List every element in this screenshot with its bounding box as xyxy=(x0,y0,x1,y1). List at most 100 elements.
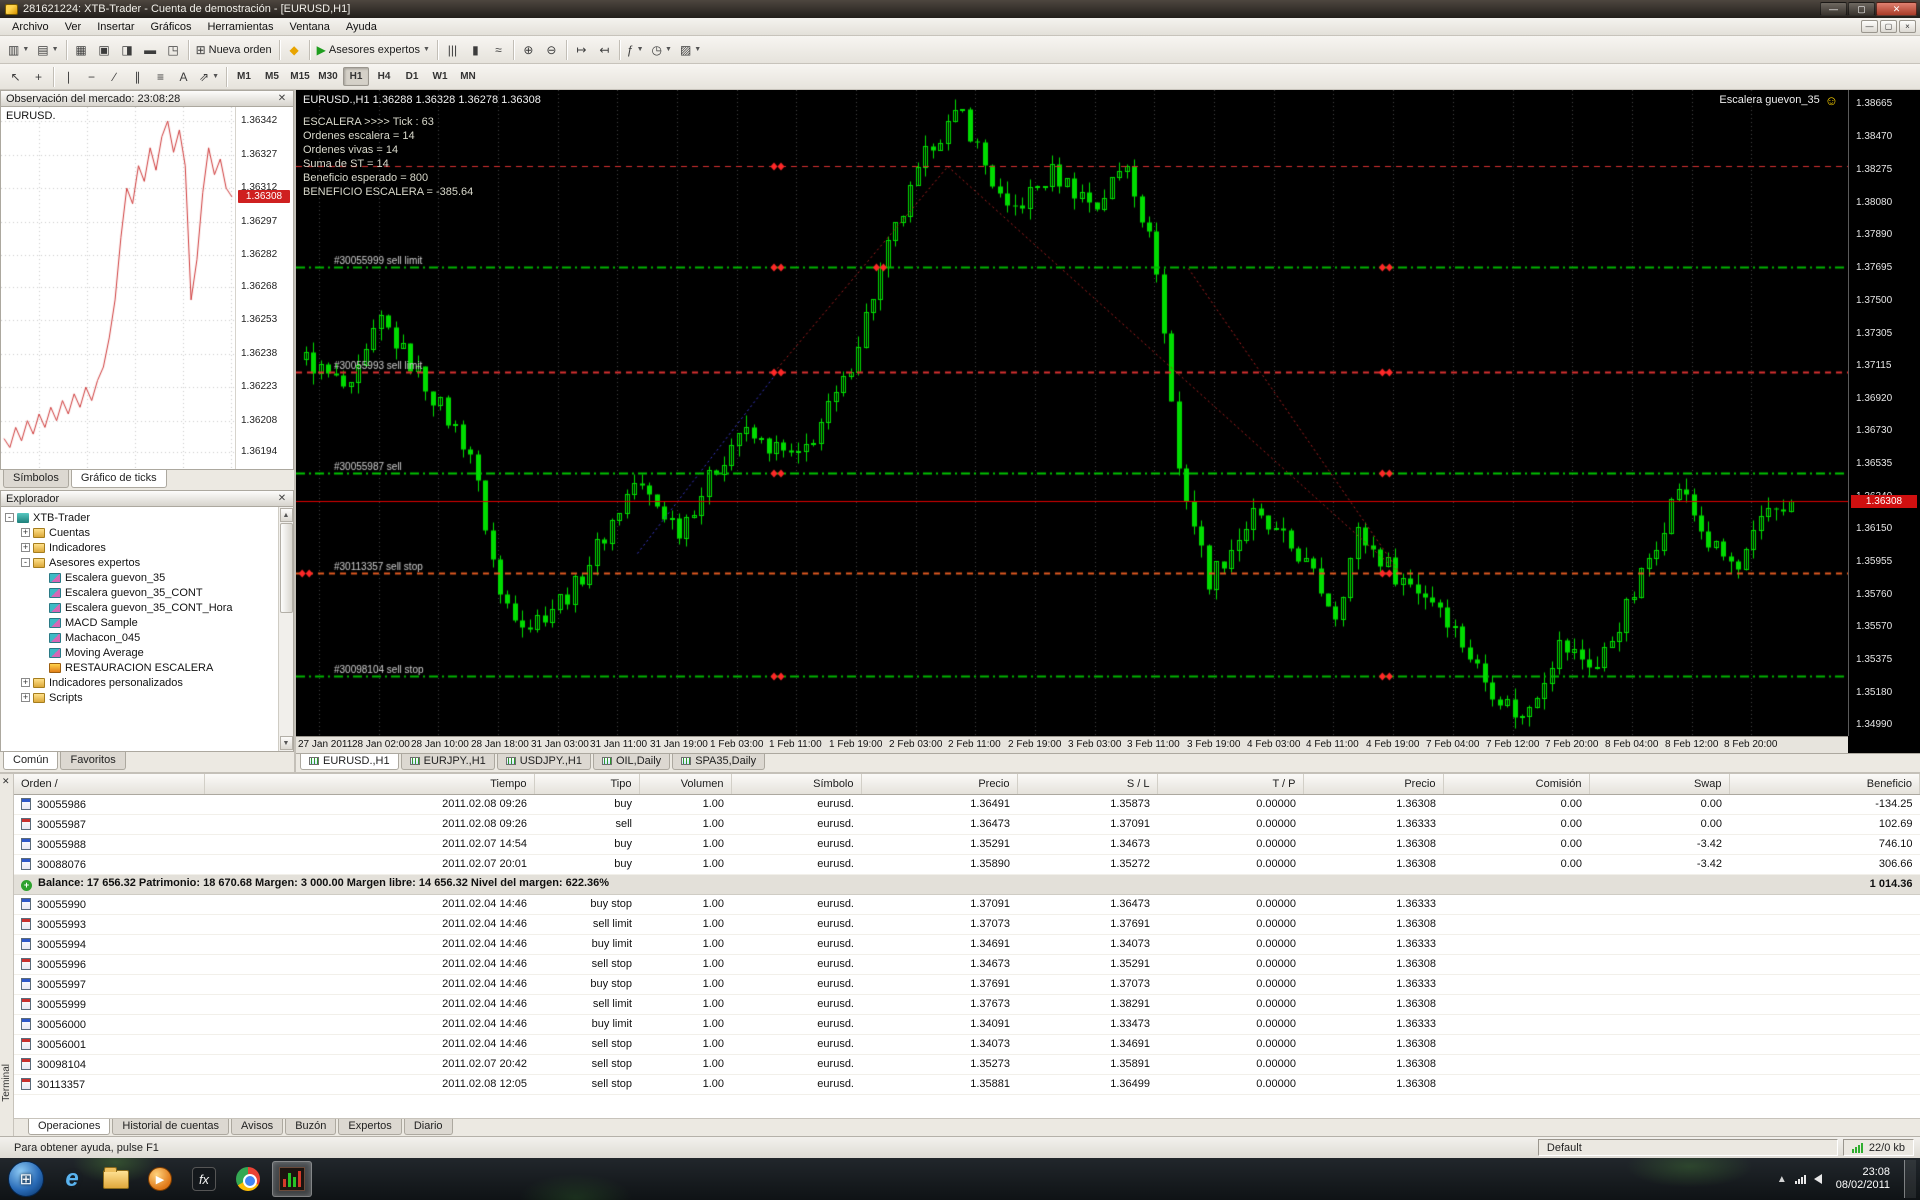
tree-item-machacon-045[interactable]: Machacon_045 xyxy=(3,630,277,645)
tree-item-escalera-guevon-35[interactable]: Escalera guevon_35 xyxy=(3,570,277,585)
volume-icon[interactable] xyxy=(1814,1174,1822,1184)
hidden-icons-icon[interactable]: ▲ xyxy=(1777,1174,1787,1185)
order-row-30055986[interactable]: 300559862011.02.08 09:26buy1.00eurusd.1.… xyxy=(14,794,1920,814)
expand-icon[interactable]: + xyxy=(21,678,30,687)
tree-item-restauracion-escalera[interactable]: RESTAURACION ESCALERA xyxy=(3,660,277,675)
tree-item-indicadores-personalizados[interactable]: +Indicadores personalizados xyxy=(3,675,277,690)
minimize-button[interactable]: — xyxy=(1820,2,1847,16)
mdi-close-button[interactable]: × xyxy=(1899,20,1916,33)
column-header-precio[interactable]: Precio xyxy=(861,774,1017,794)
periods-button[interactable]: ◷▼ xyxy=(648,39,676,61)
tree-item-macd-sample[interactable]: MACD Sample xyxy=(3,615,277,630)
order-row-30055994[interactable]: 300559942011.02.04 14:46buy limit1.00eur… xyxy=(14,934,1920,954)
taskbar-clock[interactable]: 23:08 08/02/2011 xyxy=(1836,1166,1890,1192)
mdi-minimize-button[interactable]: — xyxy=(1861,20,1878,33)
strategy-tester-button[interactable]: ◳ xyxy=(162,39,185,61)
cursor-button[interactable]: ↖ xyxy=(4,66,27,88)
chevron-down-icon[interactable]: ▼ xyxy=(637,46,644,53)
expand-icon[interactable]: + xyxy=(21,543,30,552)
scroll-up-icon[interactable]: ▲ xyxy=(280,508,293,522)
media-player-icon[interactable]: ▶ xyxy=(140,1161,180,1197)
chart-tab-eurusd-h1[interactable]: EURUSD.,H1 xyxy=(300,754,399,770)
start-button[interactable]: ⊞ xyxy=(8,1161,44,1197)
menu-ayuda[interactable]: Ayuda xyxy=(338,20,385,34)
show-desktop-button[interactable] xyxy=(1904,1160,1916,1198)
column-header-precio-close[interactable]: Precio xyxy=(1303,774,1443,794)
timeframe-h1-button[interactable]: H1 xyxy=(343,67,369,86)
timeframe-m30-button[interactable]: M30 xyxy=(315,67,341,86)
expand-icon[interactable]: + xyxy=(21,693,30,702)
candlestick-chart[interactable] xyxy=(296,90,1848,736)
fibonacci-button[interactable]: ≡ xyxy=(149,66,172,88)
order-row-30055997[interactable]: 300559972011.02.04 14:46buy stop1.00euru… xyxy=(14,974,1920,994)
navigator-close-icon[interactable]: ✕ xyxy=(276,493,288,504)
terminal-tab-operaciones[interactable]: Operaciones xyxy=(28,1119,110,1135)
order-row-30113357[interactable]: 301133572011.02.08 12:05sell stop1.00eur… xyxy=(14,1074,1920,1094)
column-header-tipo[interactable]: Tipo xyxy=(534,774,639,794)
metaeditor-fx-icon[interactable]: fx xyxy=(184,1161,224,1197)
column-header-orden[interactable]: Orden / xyxy=(14,774,204,794)
menu-herramientas[interactable]: Herramientas xyxy=(199,20,281,34)
terminal-tab-expertos[interactable]: Expertos xyxy=(338,1119,401,1135)
crosshair-button[interactable]: + xyxy=(27,66,50,88)
metatrader-taskbar-icon[interactable] xyxy=(272,1161,312,1197)
chevron-down-icon[interactable]: ▼ xyxy=(665,46,672,53)
tick-chart[interactable]: EURUSD. 1.363421.363271.363121.362971.36… xyxy=(0,107,294,470)
tree-item-escalera-guevon-35-cont[interactable]: Escalera guevon_35_CONT xyxy=(3,585,277,600)
chevron-down-icon[interactable]: ▼ xyxy=(52,46,59,53)
chevron-down-icon[interactable]: ▼ xyxy=(212,73,219,80)
order-row-30056000[interactable]: 300560002011.02.04 14:46buy limit1.00eur… xyxy=(14,1014,1920,1034)
expert-smiley-icon[interactable]: ☺ xyxy=(1825,95,1838,106)
arrows-button[interactable]: ⇗▼ xyxy=(195,66,223,88)
column-header-beneficio[interactable]: Beneficio xyxy=(1729,774,1920,794)
chart-shift-button[interactable]: ↤ xyxy=(593,39,616,61)
templates-button[interactable]: ▨▼ xyxy=(676,39,705,61)
chevron-down-icon[interactable]: ▼ xyxy=(423,46,430,53)
vertical-line-button[interactable]: ∣ xyxy=(57,66,80,88)
terminal-button[interactable]: ▬ xyxy=(139,39,162,61)
restore-button[interactable]: ▢ xyxy=(1848,2,1875,16)
chart-tab-spa35-daily[interactable]: SPA35,Daily xyxy=(672,754,765,770)
timeframe-m15-button[interactable]: M15 xyxy=(287,67,313,86)
timeframe-h4-button[interactable]: H4 xyxy=(371,67,397,86)
profiles-button[interactable]: ▤▼ xyxy=(33,39,62,61)
timeframe-mn-button[interactable]: MN xyxy=(455,67,481,86)
navigator-tab-favoritos[interactable]: Favoritos xyxy=(60,752,125,770)
navigator-tab-comun[interactable]: Común xyxy=(3,752,58,770)
tree-item-escalera-guevon-35-cont-hora[interactable]: Escalera guevon_35_CONT_Hora xyxy=(3,600,277,615)
auto-scroll-button[interactable]: ↦ xyxy=(570,39,593,61)
text-button[interactable]: A xyxy=(172,66,195,88)
new-chart-button[interactable]: ▥▼ xyxy=(4,39,33,61)
internet-explorer-icon[interactable]: e xyxy=(52,1161,92,1197)
bar-chart-button[interactable]: ||| xyxy=(441,39,464,61)
scrollbar-thumb[interactable] xyxy=(280,523,293,613)
new-order-button[interactable]: ⊞Nueva orden xyxy=(192,39,276,61)
terminal-tab-buzon[interactable]: Buzón xyxy=(285,1119,336,1135)
timeframe-d1-button[interactable]: D1 xyxy=(399,67,425,86)
market-watch-close-icon[interactable]: ✕ xyxy=(276,93,288,104)
zoom-in-button[interactable]: ⊕ xyxy=(517,39,540,61)
column-header-t-p[interactable]: T / P xyxy=(1157,774,1303,794)
terminal-tab-diario[interactable]: Diario xyxy=(404,1119,453,1135)
order-row-30098104[interactable]: 300981042011.02.07 20:42sell stop1.00eur… xyxy=(14,1054,1920,1074)
order-row-30056001[interactable]: 300560012011.02.04 14:46sell stop1.00eur… xyxy=(14,1034,1920,1054)
chart-tab-oil-daily[interactable]: OIL,Daily xyxy=(593,754,670,770)
column-header-tiempo[interactable]: Tiempo xyxy=(204,774,534,794)
order-row-30055990[interactable]: 300559902011.02.04 14:46buy stop1.00euru… xyxy=(14,894,1920,914)
column-header-s-l[interactable]: S / L xyxy=(1017,774,1157,794)
order-row-30055987[interactable]: 300559872011.02.08 09:26sell1.00eurusd.1… xyxy=(14,814,1920,834)
column-header-volumen[interactable]: Volumen xyxy=(639,774,731,794)
chevron-down-icon[interactable]: ▼ xyxy=(22,46,29,53)
order-row-30055988[interactable]: 300559882011.02.07 14:54buy1.00eurusd.1.… xyxy=(14,834,1920,854)
terminal-close-icon[interactable]: ✕ xyxy=(2,776,10,787)
menu-insertar[interactable]: Insertar xyxy=(89,20,142,34)
candlestick-chart-button[interactable]: ▮ xyxy=(464,39,487,61)
scroll-down-icon[interactable]: ▼ xyxy=(280,736,293,750)
market-watch-tab-simbolos[interactable]: Símbolos xyxy=(3,470,69,488)
order-row-30055993[interactable]: 300559932011.02.04 14:46sell limit1.00eu… xyxy=(14,914,1920,934)
menu-ver[interactable]: Ver xyxy=(57,20,90,34)
timeframe-m1-button[interactable]: M1 xyxy=(231,67,257,86)
indicators-button[interactable]: ƒ▼ xyxy=(623,39,648,61)
data-window-button[interactable]: ▣ xyxy=(93,39,116,61)
trendline-button[interactable]: ∕ xyxy=(103,66,126,88)
